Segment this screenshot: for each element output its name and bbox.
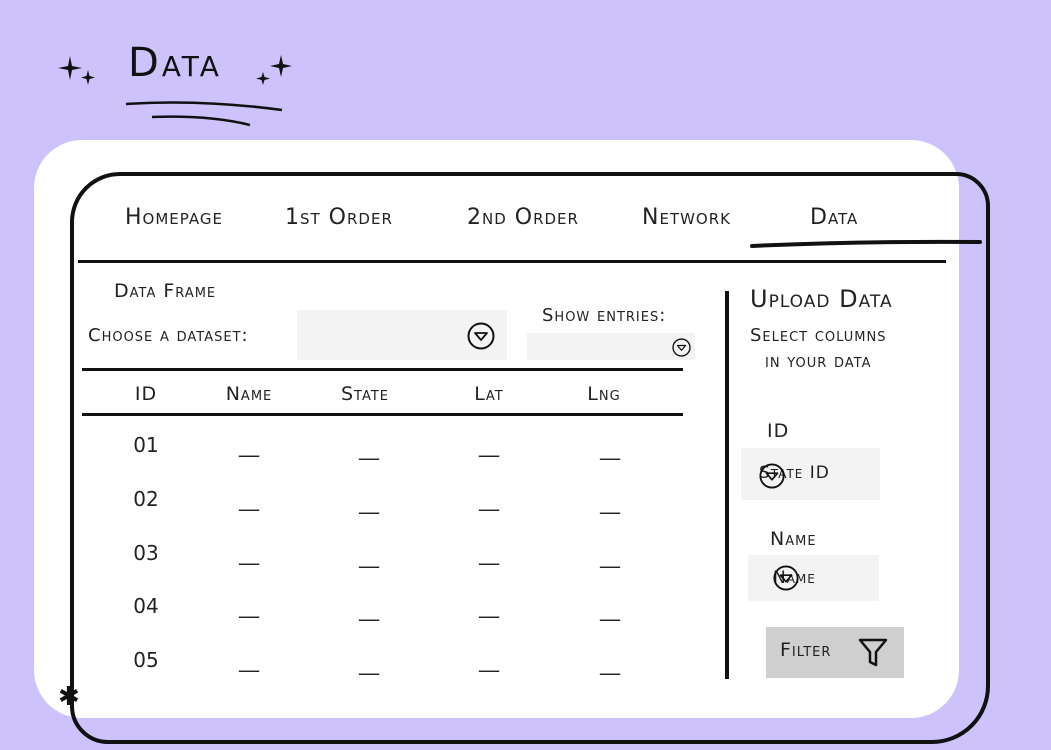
sparkle-icon-right (255, 52, 295, 92)
cell-lng: __ (600, 436, 620, 460)
column-header-state[interactable]: State (315, 383, 415, 405)
column-header-lng[interactable]: Lng (554, 383, 654, 405)
upload-data-title: Upload Data (750, 285, 893, 313)
cell-lng: __ (600, 490, 620, 514)
nav-item-data[interactable]: Data (810, 205, 858, 230)
cell-lng: __ (600, 651, 620, 675)
id-column-select[interactable]: State ID (741, 448, 880, 500)
cell-state: __ (359, 490, 379, 514)
cell-name: __ (239, 541, 259, 565)
nav-item-homepage[interactable]: Homepage (125, 205, 223, 230)
cell-id: 01 (133, 433, 159, 457)
cell-id: 03 (133, 541, 159, 565)
entries-select[interactable] (527, 333, 695, 360)
panel-divider (725, 291, 729, 679)
cell-id: 04 (133, 594, 159, 618)
upload-subtitle-line2: in your data (765, 351, 872, 372)
chevron-down-icon[interactable] (773, 565, 875, 596)
asterisk-icon: ✱ (58, 682, 80, 712)
cell-lat: __ (479, 648, 499, 672)
nav-item-1st-order[interactable]: 1st Order (285, 205, 393, 230)
table-header-rule (82, 413, 683, 416)
table-top-rule (82, 368, 683, 371)
cell-state: __ (359, 436, 379, 460)
top-nav: Homepage 1st Order 2nd Order Network Dat… (0, 205, 1051, 235)
choose-dataset-label: Choose a dataset: (88, 325, 249, 346)
cell-name: __ (239, 433, 259, 457)
filter-funnel-icon (857, 636, 889, 673)
cell-state: __ (359, 544, 379, 568)
id-column-label: ID (767, 420, 790, 442)
page-title: Data (128, 40, 222, 86)
nav-divider (78, 260, 946, 263)
cell-name: __ (239, 648, 259, 672)
chevron-down-icon[interactable] (672, 338, 691, 361)
cell-id: 02 (133, 487, 159, 511)
upload-subtitle-line1: Select columns (750, 325, 887, 346)
filter-button-label: Filter (780, 639, 832, 661)
nav-active-indicator (750, 234, 982, 253)
cell-lat: __ (479, 594, 499, 618)
cell-lat: __ (479, 433, 499, 457)
cell-lng: __ (600, 597, 620, 621)
column-header-id[interactable]: ID (96, 383, 196, 405)
data-frame-label: Data Frame (114, 280, 217, 302)
cell-lat: __ (479, 541, 499, 565)
cell-lng: __ (600, 544, 620, 568)
column-header-name[interactable]: Name (199, 383, 299, 405)
column-header-lat[interactable]: Lat (439, 383, 539, 405)
cell-name: __ (239, 594, 259, 618)
sparkle-icon-left (58, 52, 98, 92)
filter-button[interactable]: Filter (766, 627, 904, 678)
nav-item-network[interactable]: Network (642, 205, 731, 230)
chevron-down-icon[interactable] (467, 322, 495, 354)
cell-state: __ (359, 651, 379, 675)
show-entries-label: Show entries: (542, 305, 667, 326)
nav-item-2nd-order[interactable]: 2nd Order (467, 205, 579, 230)
name-column-label: Name (770, 528, 817, 550)
dataset-select[interactable] (297, 310, 507, 360)
title-underline (120, 96, 290, 134)
cell-id: 05 (133, 648, 159, 672)
cell-name: __ (239, 487, 259, 511)
cell-lat: __ (479, 487, 499, 511)
cell-state: __ (359, 597, 379, 621)
chevron-down-icon[interactable] (759, 463, 874, 494)
name-column-select[interactable]: Name (748, 555, 879, 601)
